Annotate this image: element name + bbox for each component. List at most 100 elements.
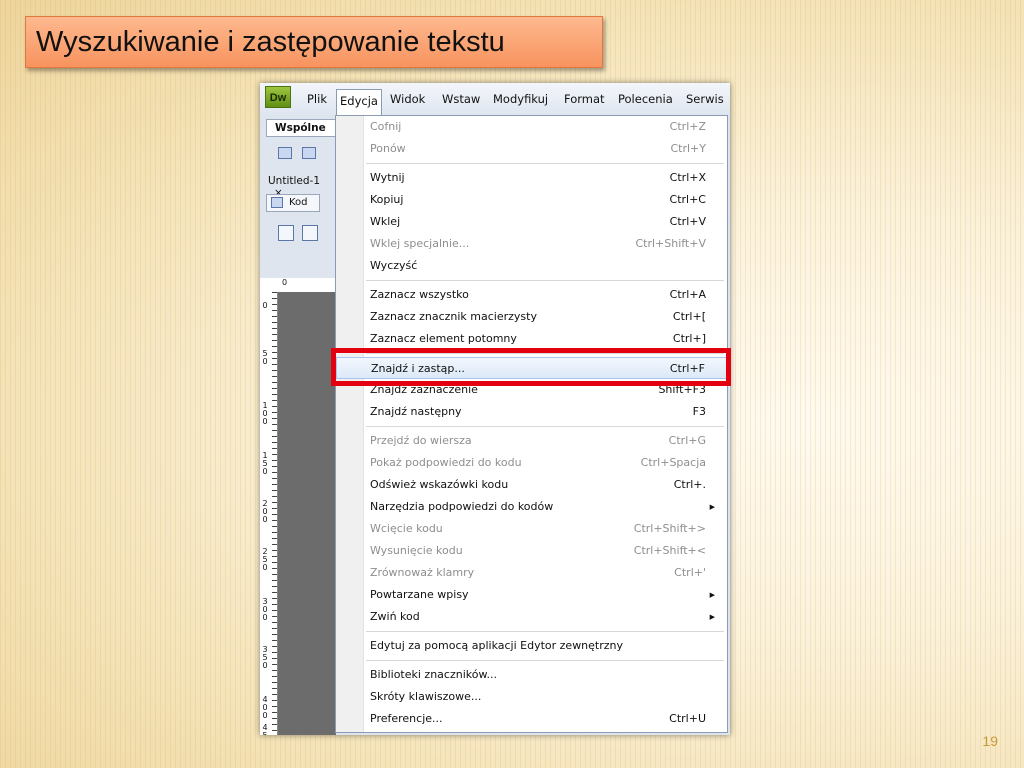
ruler-left: 0 50 100 150 200 250 300 350 400 45 [260,292,278,735]
menu-item-label: Zwiń kod [370,610,420,623]
ruler-mark-50: 50 [262,349,268,366]
ruler-mark-400: 400 [262,695,268,720]
menu-polecenia[interactable]: Polecenia [615,90,676,108]
menu-item-shortcut: Ctrl+X [669,171,706,184]
menu-item[interactable]: Zaznacz wszystko Ctrl+A [336,284,727,306]
menu-item[interactable]: Przejdź do wiersza Ctrl+G [336,430,727,452]
menu-item-label: Powtarzane wpisy [370,588,469,601]
edit-menu-dropdown: Cofnij Ctrl+Z Ponów Ctrl+Y Wytnij Ctrl+X Kopiu… [335,115,728,733]
menu-item[interactable]: Zwiń kod ▶ [336,606,727,628]
menu-item[interactable]: Pokaż podpowiedzi do kodu Ctrl+Spacja [336,452,727,474]
menu-item[interactable]: Narzędzia podpowiedzi do kodów ▶ [336,496,727,518]
menu-item-shortcut: Ctrl+A [669,288,706,301]
menu-item-label: Kopiuj [370,193,404,206]
menu-item-label: Edytuj za pomocą aplikacji Edytor zewnęt… [370,639,624,652]
menu-item[interactable]: Odśwież wskazówki kodu Ctrl+. [336,474,727,496]
menu-item-label: Pokaż podpowiedzi do kodu [370,456,522,469]
menu-item-shortcut: Ctrl+] [672,332,706,345]
menu-separator [366,426,724,427]
ruler-mark-0: 0 [262,301,268,310]
slide-title-box: Wyszukiwanie i zastępowanie tekstu [25,16,603,68]
ruler-mark-450: 45 [262,723,268,736]
menu-item[interactable]: Wklej specjalnie... Ctrl+Shift+V [336,233,727,255]
menu-item[interactable]: Wklej Ctrl+V [336,211,727,233]
menu-item[interactable]: Kopiuj Ctrl+C [336,189,727,211]
menu-item-shortcut: Ctrl+U [669,712,706,725]
menu-item-label: Odśwież wskazówki kodu [370,478,509,491]
menu-item-label: Zrównoważ klamry [370,566,475,579]
menu-widok[interactable]: Widok [387,90,428,108]
menu-item[interactable]: Cofnij Ctrl+Z [336,116,727,138]
ruler-mark-300: 300 [262,597,268,622]
menu-item-label: Zaznacz wszystko [370,288,469,301]
menu-item-shortcut: Ctrl+C [669,193,706,206]
menu-item-label: Biblioteki znaczników... [370,668,497,681]
menu-item-shortcut: Ctrl+Z [669,120,706,133]
highlight-frame [331,348,731,386]
menu-item-label: Preferencje... [370,712,443,725]
insert-hyperlink-icon[interactable] [278,147,292,159]
insert-email-icon[interactable] [302,147,316,159]
menu-item-label: Znajdź następny [370,405,462,418]
menu-serwis[interactable]: Serwis [683,90,727,108]
menu-item-label: Wcięcie kodu [370,522,443,535]
print-icon[interactable] [302,225,318,241]
menu-item[interactable]: Zrównoważ klamry Ctrl+' [336,562,727,584]
menu-item[interactable]: Wcięcie kodu Ctrl+Shift+> [336,518,727,540]
submenu-arrow-icon: ▶ [709,591,715,599]
menu-bar: Dw Plik Edycja Widok Wstaw Modyfikuj For… [260,83,730,115]
menu-item[interactable]: Powtarzane wpisy ▶ [336,584,727,606]
code-view-icon [271,197,283,208]
ruler-top-zero: 0 [282,278,288,287]
page-layout-icon[interactable] [278,225,294,241]
menu-item[interactable]: Zaznacz element potomny Ctrl+] [336,328,727,350]
menu-item-shortcut: Ctrl+G [668,434,706,447]
menu-item-shortcut: Ctrl+' [674,566,706,579]
menu-item-shortcut: Ctrl+Shift+< [633,544,706,557]
slide-title: Wyszukiwanie i zastępowanie tekstu [36,26,505,58]
code-view-button[interactable]: Kod [266,194,320,212]
menu-item-label: Ponów [370,142,406,155]
menu-item-label: Wklej [370,215,401,228]
menu-item[interactable]: Znajdź następny F3 [336,401,727,423]
menu-format[interactable]: Format [561,90,608,108]
workspace-left: Wspólne Untitled-1 × Kod 0 0 50 100 150 … [260,115,336,735]
menu-item[interactable]: Edytuj za pomocą aplikacji Edytor zewnęt… [336,635,727,657]
menu-item-label: Skróty klawiszowe... [370,690,482,703]
menu-item-label: Cofnij [370,120,402,133]
menu-edycja[interactable]: Edycja [336,89,382,115]
menu-item[interactable]: Biblioteki znaczników... [336,664,727,686]
page-number: 19 [982,733,998,749]
insert-tab-wspolne[interactable]: Wspólne [266,119,336,137]
submenu-arrow-icon: ▶ [709,613,715,621]
document-tab-label: Untitled-1 [268,175,321,187]
menu-item[interactable]: Wysunięcie kodu Ctrl+Shift+< [336,540,727,562]
menu-wstaw[interactable]: Wstaw [439,90,483,108]
menu-item-label: Wklej specjalnie... [370,237,470,250]
dreamweaver-screenshot: Dw Plik Edycja Widok Wstaw Modyfikuj For… [260,83,730,735]
menu-item-shortcut: Ctrl+. [673,478,706,491]
menu-item[interactable]: Wyczyść [336,255,727,277]
menu-item-shortcut: Ctrl+Shift+V [635,237,706,250]
ruler-mark-100: 100 [262,401,268,426]
menu-item-label: Przejdź do wiersza [370,434,472,447]
menu-separator [366,660,724,661]
menu-separator [366,631,724,632]
menu-item-shortcut: Ctrl+Shift+> [633,522,706,535]
menu-item-label: Zaznacz element potomny [370,332,517,345]
menu-item[interactable]: Ponów Ctrl+Y [336,138,727,160]
ruler-mark-150: 150 [262,451,268,476]
menu-item-shortcut: Ctrl+Spacja [640,456,706,469]
menu-item[interactable]: Zaznacz znacznik macierzysty Ctrl+[ [336,306,727,328]
dreamweaver-logo-icon: Dw [265,86,291,108]
menu-item-shortcut: F3 [692,405,706,418]
ruler-top: 0 [260,278,336,293]
menu-item-shortcut: Ctrl+Y [670,142,706,155]
menu-plik[interactable]: Plik [304,90,330,108]
design-canvas[interactable] [278,292,336,735]
menu-modyfikuj[interactable]: Modyfikuj [490,90,551,108]
menu-item-label: Narzędzia podpowiedzi do kodów [370,500,554,513]
menu-item[interactable]: Preferencje... Ctrl+U [336,708,727,730]
menu-item[interactable]: Wytnij Ctrl+X [336,167,727,189]
menu-item[interactable]: Skróty klawiszowe... [336,686,727,708]
